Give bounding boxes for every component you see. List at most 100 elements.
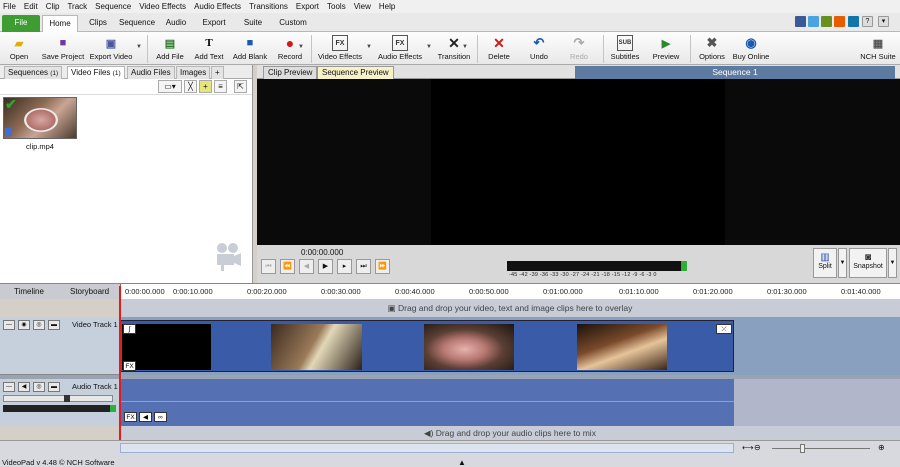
volume-slider-thumb[interactable] <box>64 395 70 402</box>
video-effects-dropdown-icon[interactable]: ▼ <box>366 44 372 50</box>
tab-audio[interactable]: Audio <box>160 15 192 32</box>
menu-video-effects[interactable]: Video Effects <box>139 2 186 11</box>
tab-clip-preview[interactable]: Clip Preview <box>263 66 318 79</box>
clip-fx-badge[interactable]: FX <box>123 361 136 371</box>
nch-suite-button[interactable]: ▦ NCH Suite <box>860 33 896 62</box>
frame-back-icon[interactable]: ◀ <box>299 259 314 274</box>
preview-button[interactable]: ▶ Preview <box>648 33 684 62</box>
menu-transitions[interactable]: Transitions <box>249 2 288 11</box>
tab-home[interactable]: Home <box>42 15 78 32</box>
audio-track[interactable]: FX ◀ ∞ <box>120 379 900 426</box>
tab-export[interactable]: Export <box>196 15 232 32</box>
split-dropdown-icon[interactable]: ▼ <box>838 248 847 278</box>
track-lock-icon[interactable]: ▬ <box>48 382 60 392</box>
menu-clip[interactable]: Clip <box>46 2 60 11</box>
tab-timeline[interactable]: Timeline <box>14 287 44 296</box>
remove-icon[interactable]: ╳ <box>184 80 197 93</box>
menu-tools[interactable]: Tools <box>327 2 346 11</box>
help-icon[interactable]: ? <box>862 16 873 27</box>
rss-icon[interactable] <box>834 16 845 27</box>
track-collapse-icon[interactable]: — <box>3 320 15 330</box>
track-effects-icon[interactable]: ◎ <box>33 382 45 392</box>
expand-up-icon[interactable]: ▲ <box>458 458 466 467</box>
menu-export[interactable]: Export <box>296 2 319 11</box>
audio-effects-dropdown-icon[interactable]: ▼ <box>426 44 432 50</box>
volume-slider[interactable] <box>3 395 113 402</box>
tab-images[interactable]: Images <box>176 66 211 79</box>
share-icon[interactable] <box>821 16 832 27</box>
menu-sequence[interactable]: Sequence <box>95 2 131 11</box>
play-icon[interactable]: ▶ <box>318 259 333 274</box>
export-video-button[interactable]: ▣ Export Video <box>88 33 134 62</box>
audio-effects-button[interactable]: FX Audio Effects <box>376 33 424 61</box>
track-lock-icon[interactable]: ▬ <box>48 320 60 330</box>
transition-dropdown-icon[interactable]: ▼ <box>462 44 468 50</box>
tab-file[interactable]: File <box>2 15 40 32</box>
add-folder-icon[interactable]: + <box>199 80 212 93</box>
snapshot-dropdown-icon[interactable]: ▼ <box>888 248 897 278</box>
timeline-ruler[interactable]: 0:00:00.000 0:00:10.000 0:00:20.000 0:00… <box>120 284 900 300</box>
menu-view[interactable]: View <box>354 2 371 11</box>
zoom-slider-thumb[interactable] <box>800 444 805 453</box>
tab-add-bin[interactable]: + <box>211 66 224 79</box>
open-button[interactable]: ▰ Open <box>6 33 32 62</box>
save-project-button[interactable]: ■ Save Project <box>40 33 86 61</box>
add-text-button[interactable]: T Add Text <box>192 33 226 61</box>
linkedin-icon[interactable] <box>848 16 859 27</box>
export-video-dropdown-icon[interactable]: ▼ <box>136 44 142 50</box>
list-view-icon[interactable]: ≡ <box>214 80 227 93</box>
facebook-icon[interactable] <box>795 16 806 27</box>
track-effects-icon[interactable]: ◎ <box>33 320 45 330</box>
video-clip-segment[interactable] <box>271 324 362 370</box>
comment-icon[interactable]: ▭▾ <box>158 80 182 93</box>
pan-slider[interactable] <box>3 405 113 412</box>
delete-button[interactable]: ✕ Delete <box>484 33 514 62</box>
zoom-slider[interactable] <box>772 448 870 449</box>
menu-file[interactable]: File <box>3 2 16 11</box>
tab-suite[interactable]: Suite <box>238 15 268 32</box>
fast-forward-icon[interactable]: ⏩ <box>375 259 390 274</box>
redo-button[interactable]: ↷ Redo <box>564 33 594 61</box>
video-clip-segment[interactable] <box>424 324 514 370</box>
add-file-button[interactable]: ▤ Add File <box>154 33 186 62</box>
undo-button[interactable]: ↶ Undo <box>524 33 554 61</box>
transition-start-icon[interactable]: ∫ <box>123 324 136 334</box>
track-collapse-icon[interactable]: — <box>3 382 15 392</box>
video-track[interactable]: ∫ FX ⤫ <box>120 317 900 375</box>
menu-edit[interactable]: Edit <box>24 2 38 11</box>
audio-fx-badge[interactable]: FX <box>124 412 137 422</box>
video-effects-button[interactable]: FX Video Effects <box>316 33 364 61</box>
zoom-out-icon[interactable]: ⊖ <box>754 443 761 452</box>
menu-track[interactable]: Track <box>67 2 87 11</box>
split-button[interactable]: ▥ Split <box>813 248 837 278</box>
undock-icon[interactable]: ⇱ <box>234 80 247 93</box>
audio-clip-strip[interactable]: FX ◀ ∞ <box>120 379 734 426</box>
fit-width-icon[interactable]: ⟷ <box>742 443 753 452</box>
zoom-in-icon[interactable]: ⊕ <box>878 443 885 452</box>
track-eye-icon[interactable]: ◉ <box>18 320 30 330</box>
audio-link-icon[interactable]: ∞ <box>154 412 167 422</box>
tab-sequences[interactable]: Sequences (1) <box>4 66 63 79</box>
overlay-track-dropzone[interactable]: ▣ Drag and drop your video, text and ima… <box>120 299 900 317</box>
buy-online-button[interactable]: ◉ Buy Online <box>732 33 770 61</box>
clip-thumbnail[interactable]: ✔ <box>3 96 77 139</box>
tab-storyboard[interactable]: Storyboard <box>70 287 109 296</box>
subtitles-button[interactable]: SUB Subtitles <box>608 33 642 61</box>
step-back-icon[interactable]: ⏪ <box>280 259 295 274</box>
snapshot-button[interactable]: ◙ Snapshot <box>849 248 887 278</box>
video-clip-segment[interactable] <box>577 324 667 370</box>
options-button[interactable]: ✖ Options <box>696 33 728 61</box>
audio-dropzone[interactable]: ◀) Drag and drop your audio clips here t… <box>120 426 900 440</box>
twitter-icon[interactable] <box>808 16 819 27</box>
timeline-scrollbar[interactable] <box>120 443 734 453</box>
tab-sequence-preview[interactable]: Sequence Preview <box>317 66 394 79</box>
menu-audio-effects[interactable]: Audio Effects <box>194 2 241 11</box>
playhead[interactable] <box>119 286 121 440</box>
speaker-icon[interactable]: ◀ <box>18 382 30 392</box>
record-dropdown-icon[interactable]: ▼ <box>298 44 304 50</box>
tab-custom[interactable]: Custom <box>274 15 312 32</box>
tab-clips[interactable]: Clips <box>82 15 114 32</box>
audio-speaker-icon[interactable]: ◀ <box>139 412 152 422</box>
dropdown-icon[interactable]: ▾ <box>878 16 889 27</box>
menu-help[interactable]: Help <box>379 2 395 11</box>
